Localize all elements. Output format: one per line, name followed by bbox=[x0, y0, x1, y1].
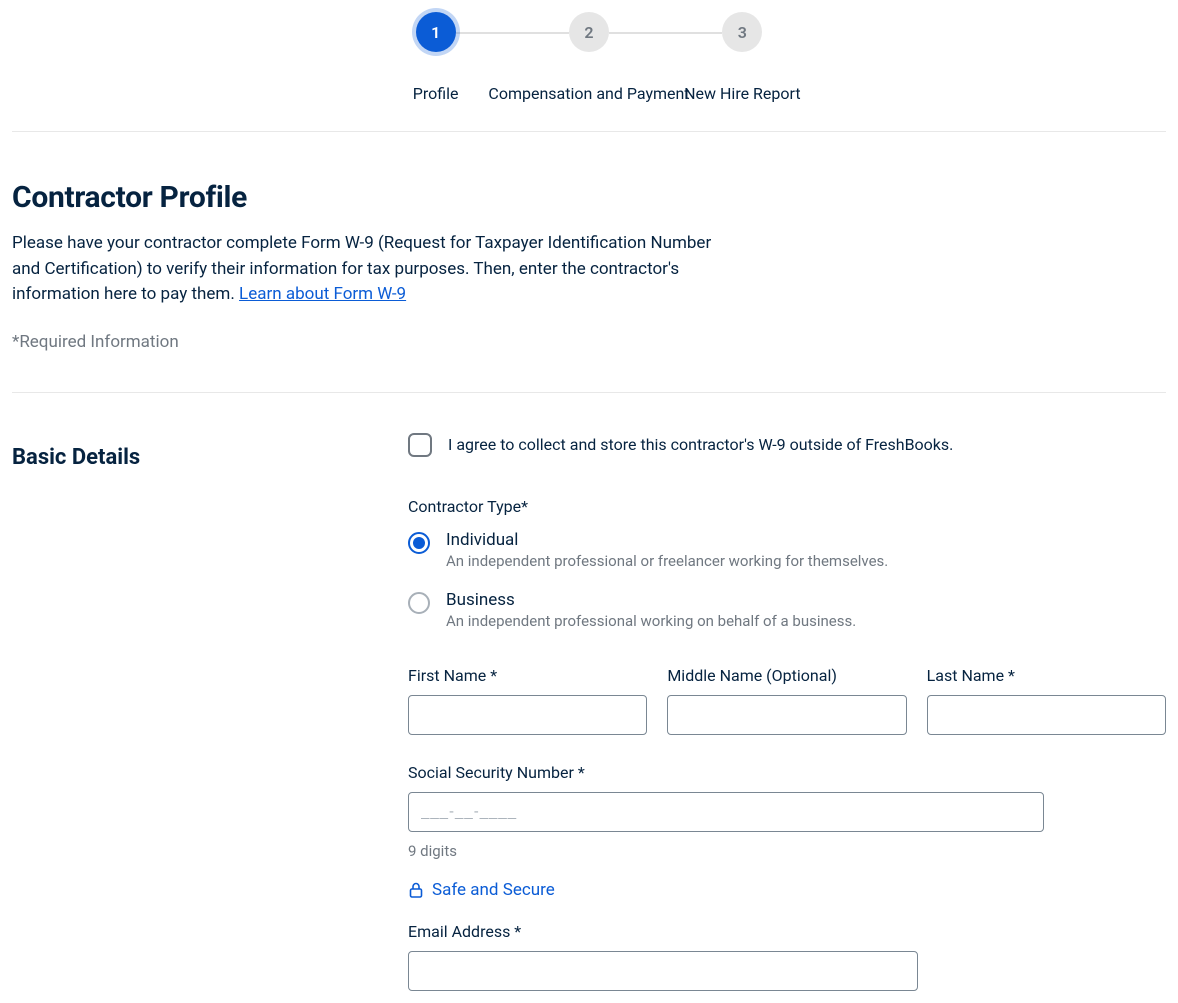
step-compensation[interactable]: 2 Compensation and Payment bbox=[512, 12, 665, 103]
stepper-inner: 1 Profile 2 Compensation and Payment 3 N… bbox=[359, 12, 819, 103]
last-name-label: Last Name * bbox=[927, 666, 1166, 685]
email-input[interactable] bbox=[408, 951, 918, 991]
email-label: Email Address * bbox=[408, 922, 1166, 941]
radio-business[interactable] bbox=[408, 592, 430, 614]
radio-business-desc: An independent professional working on b… bbox=[446, 612, 856, 630]
page-title: Contractor Profile bbox=[12, 180, 1166, 215]
contractor-type-individual-row[interactable]: Individual An independent professional o… bbox=[408, 530, 1166, 570]
w9-consent-checkbox[interactable] bbox=[408, 433, 432, 457]
radio-individual-title: Individual bbox=[446, 530, 888, 550]
step-new-hire[interactable]: 3 New Hire Report bbox=[666, 12, 819, 103]
step-label-3: New Hire Report bbox=[684, 84, 800, 103]
middle-name-label: Middle Name (Optional) bbox=[667, 666, 906, 685]
learn-w9-link[interactable]: Learn about Form W-9 bbox=[239, 284, 406, 304]
stepper: 1 Profile 2 Compensation and Payment 3 N… bbox=[12, 12, 1166, 131]
step-label-1: Profile bbox=[413, 84, 459, 103]
last-name-field: Last Name * bbox=[927, 666, 1166, 735]
w9-consent-row: I agree to collect and store this contra… bbox=[408, 433, 1166, 457]
last-name-input[interactable] bbox=[927, 695, 1166, 735]
name-grid: First Name * Middle Name (Optional) Last… bbox=[408, 666, 1166, 735]
radio-business-text: Business An independent professional wor… bbox=[446, 590, 856, 630]
step-label-2: Compensation and Payment bbox=[488, 84, 689, 103]
middle-name-field: Middle Name (Optional) bbox=[667, 666, 906, 735]
w9-consent-label: I agree to collect and store this contra… bbox=[448, 435, 953, 454]
middle-name-input[interactable] bbox=[667, 695, 906, 735]
first-name-input[interactable] bbox=[408, 695, 647, 735]
section-title: Basic Details bbox=[12, 433, 408, 470]
ssn-hint: 9 digits bbox=[408, 842, 1166, 860]
contractor-type-label: Contractor Type* bbox=[408, 497, 1166, 516]
section-body: I agree to collect and store this contra… bbox=[408, 433, 1166, 991]
contractor-type-business-row[interactable]: Business An independent professional wor… bbox=[408, 590, 1166, 630]
safe-secure-label: Safe and Secure bbox=[432, 880, 555, 900]
step-circle-2: 2 bbox=[569, 12, 609, 52]
ssn-input[interactable] bbox=[408, 792, 1044, 832]
first-name-field: First Name * bbox=[408, 666, 647, 735]
required-note: *Required Information bbox=[12, 332, 1166, 352]
radio-individual-desc: An independent professional or freelance… bbox=[446, 552, 888, 570]
safe-secure-link[interactable]: Safe and Secure bbox=[408, 880, 555, 900]
section-label-col: Basic Details bbox=[12, 433, 408, 991]
lock-icon bbox=[408, 881, 424, 899]
step-circle-1: 1 bbox=[416, 12, 456, 52]
ssn-field: Social Security Number * bbox=[408, 763, 1166, 832]
ssn-label: Social Security Number * bbox=[408, 763, 1166, 782]
radio-individual-text: Individual An independent professional o… bbox=[446, 530, 888, 570]
email-field: Email Address * bbox=[408, 922, 1166, 991]
radio-individual[interactable] bbox=[408, 532, 430, 554]
basic-details-section: Basic Details I agree to collect and sto… bbox=[12, 393, 1166, 991]
first-name-label: First Name * bbox=[408, 666, 647, 685]
step-circle-3: 3 bbox=[722, 12, 762, 52]
intro-text: Please have your contractor complete For… bbox=[12, 231, 722, 308]
contractor-type-group: Individual An independent professional o… bbox=[408, 530, 1166, 630]
radio-business-title: Business bbox=[446, 590, 856, 610]
content: Contractor Profile Please have your cont… bbox=[12, 132, 1166, 991]
